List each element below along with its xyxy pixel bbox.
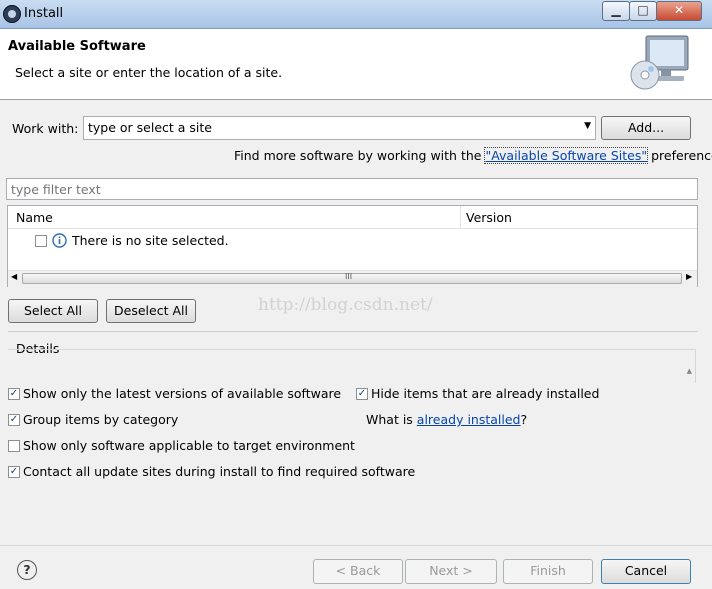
latest-versions-checkbox[interactable]: ✓ (8, 388, 20, 400)
group-by-category-label: Group items by category (23, 412, 179, 427)
help-button[interactable]: ? (17, 560, 37, 580)
find-more-text: Find more software by working with the (234, 148, 482, 163)
question-mark-text: ? (520, 412, 528, 427)
table-row[interactable]: There is no site selected. (8, 229, 697, 251)
hide-installed-label: Hide items that are already installed (371, 386, 600, 401)
software-table: Name Version There is no site selected. … (7, 205, 698, 287)
preferences-text: preferences. (651, 148, 712, 163)
scroll-right-icon[interactable]: ▶ (686, 272, 692, 281)
work-with-combo[interactable]: type or select a site ▼ (83, 116, 596, 140)
back-button[interactable]: < Back (313, 559, 403, 584)
hide-installed-checkbox[interactable]: ✓ (356, 388, 368, 400)
window-title: Install (24, 6, 64, 21)
horizontal-scrollbar[interactable]: ◀ III ▶ (8, 270, 697, 287)
available-sites-link[interactable]: "Available Software Sites" (484, 147, 649, 164)
target-environment-label: Show only software applicable to target … (23, 438, 355, 453)
title-bar: Install ▁ □ ✕ (0, 0, 712, 29)
watermark: http://blog.csdn.net/ (258, 295, 433, 315)
contact-sites-checkbox[interactable]: ✓ (8, 466, 20, 478)
find-more-info: Find more software by working with the "… (234, 147, 712, 164)
wizard-header: Available Software Select a site or ente… (0, 29, 712, 100)
scroll-left-icon[interactable]: ◀ (11, 272, 17, 281)
contact-sites-label: Contact all update sites during install … (23, 464, 416, 479)
maximize-button[interactable]: □ (629, 1, 657, 21)
cancel-button[interactable]: Cancel (601, 559, 691, 584)
group-by-category-checkbox[interactable]: ✓ (8, 414, 20, 426)
details-scroll-icon[interactable]: ▲ (687, 367, 692, 375)
select-all-button[interactable]: Select All (8, 299, 98, 323)
work-with-label: Work with: (12, 121, 79, 136)
details-area: ▲ (8, 349, 696, 383)
column-version-header[interactable]: Version (466, 210, 512, 225)
filter-input[interactable] (6, 178, 698, 200)
page-title: Available Software (8, 39, 146, 54)
latest-versions-label: Show only the latest versions of availab… (23, 386, 342, 401)
page-description: Select a site or enter the location of a… (15, 65, 283, 80)
eclipse-icon (3, 5, 21, 23)
next-button[interactable]: Next > (405, 559, 497, 584)
finish-button[interactable]: Finish (503, 559, 593, 584)
dropdown-arrow-icon[interactable]: ▼ (584, 121, 591, 131)
row-checkbox[interactable] (35, 235, 47, 247)
help-icon: ? (23, 562, 31, 577)
target-environment-checkbox[interactable] (8, 440, 20, 452)
what-is-installed: What is already installed? (366, 412, 527, 427)
minimize-icon: ▁ (611, 3, 621, 17)
table-header: Name Version (8, 206, 697, 229)
install-banner-icon (630, 35, 689, 90)
close-icon: ✕ (673, 3, 685, 17)
scroll-grip: III (345, 272, 353, 281)
maximize-icon: □ (637, 3, 649, 17)
already-installed-link[interactable]: already installed (417, 412, 521, 427)
close-window-button[interactable]: ✕ (656, 1, 702, 21)
footer-separator (0, 545, 712, 546)
what-is-text: What is (366, 412, 413, 427)
deselect-all-button[interactable]: Deselect All (106, 299, 196, 323)
info-icon (52, 233, 67, 248)
row-name-cell: There is no site selected. (72, 233, 229, 248)
column-name-header[interactable]: Name (16, 210, 53, 225)
separator (8, 331, 698, 332)
add-site-button[interactable]: Add... (601, 116, 691, 140)
scroll-thumb[interactable]: III (22, 272, 682, 284)
minimize-button[interactable]: ▁ (602, 1, 630, 21)
work-with-value: type or select a site (88, 120, 212, 135)
